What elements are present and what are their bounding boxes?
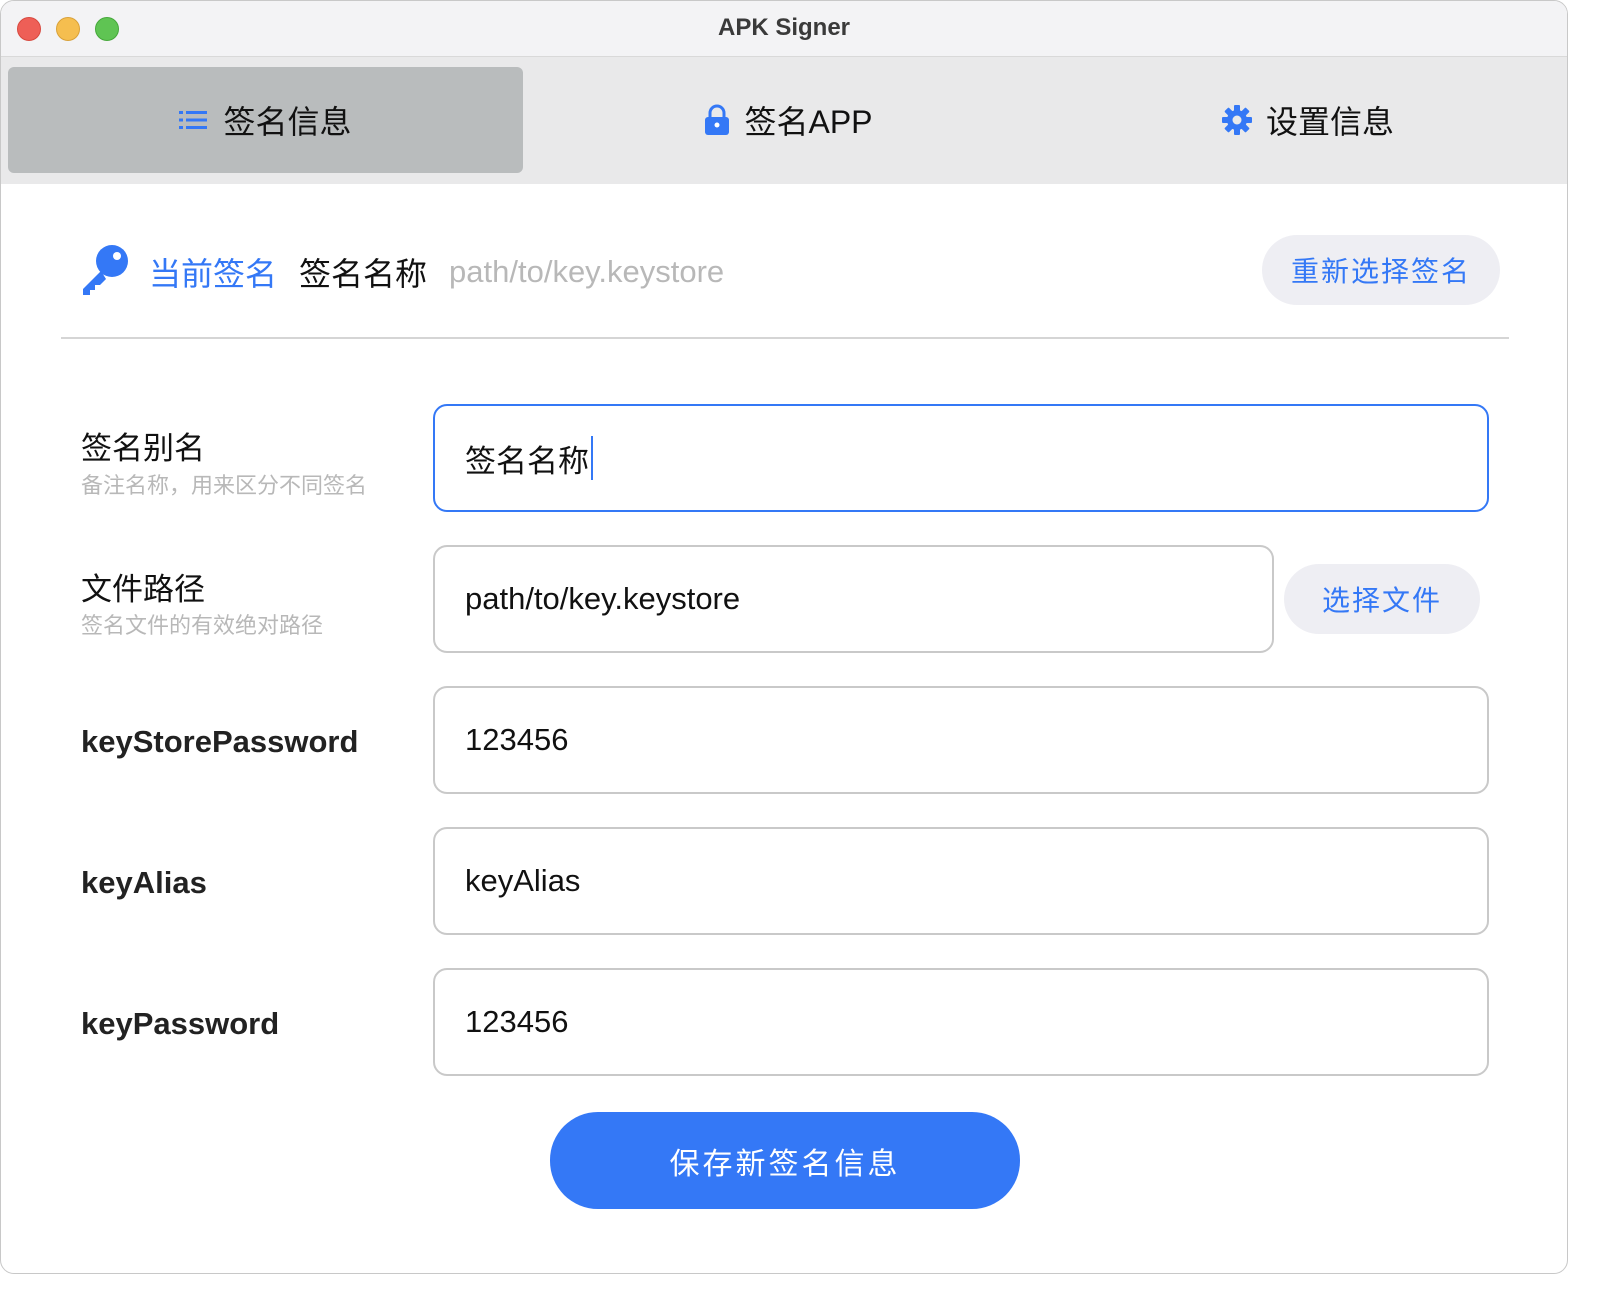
lock-icon: [704, 104, 730, 136]
key-alias-input[interactable]: keyAlias: [433, 827, 1489, 935]
tab-bar: 签名信息 签名APP 设置信息: [1, 57, 1567, 184]
keystore-password-input[interactable]: 123456: [433, 686, 1489, 794]
key-password-label: keyPassword: [81, 1006, 280, 1041]
tab-sign-app[interactable]: 签名APP: [531, 67, 1046, 173]
title-bar: APK Signer: [1, 1, 1567, 57]
alias-label: 签名别名: [81, 431, 205, 466]
tab-settings[interactable]: 设置信息: [1054, 67, 1562, 173]
current-signature: 当前签名 签名名称 path/to/key.keystore: [79, 244, 724, 300]
alias-input-value: 签名名称: [465, 443, 589, 479]
current-signature-path: path/to/key.keystore: [449, 254, 725, 289]
file-path-input[interactable]: path/to/key.keystore: [433, 545, 1274, 653]
save-signature-button[interactable]: 保存新签名信息: [550, 1112, 1020, 1209]
file-path-label: 文件路径: [81, 572, 205, 607]
keystore-password-value: 123456: [465, 722, 569, 757]
choose-file-button[interactable]: 选择文件: [1284, 564, 1480, 634]
tab-label: 设置信息: [1265, 104, 1394, 140]
app-window: APK Signer 签名信息 签名APP 设置信息 当前签名 签名名称 pat…: [0, 0, 1568, 1274]
gear-icon: [1221, 105, 1252, 135]
key-password-input[interactable]: 123456: [433, 968, 1489, 1076]
file-path-hint: 签名文件的有效绝对路径: [81, 613, 324, 638]
keystore-password-label: keyStorePassword: [81, 724, 359, 759]
list-icon: [179, 108, 209, 132]
reselect-signature-button[interactable]: 重新选择签名: [1262, 235, 1500, 305]
alias-input[interactable]: 签名名称: [433, 404, 1489, 512]
current-signature-name: 签名名称: [299, 256, 428, 292]
file-path-input-value: path/to/key.keystore: [465, 581, 741, 616]
window-title: APK Signer: [717, 14, 851, 41]
tab-signature-info[interactable]: 签名信息: [8, 67, 523, 173]
text-caret: [591, 436, 593, 480]
current-signature-label: 当前签名: [149, 256, 278, 292]
divider: [61, 337, 1509, 339]
alias-hint: 备注名称，用来区分不同签名: [81, 473, 368, 498]
key-password-value: 123456: [465, 1004, 569, 1039]
key-icon: [79, 244, 129, 301]
tab-label: 签名信息: [223, 104, 352, 140]
key-alias-value: keyAlias: [465, 863, 581, 898]
key-alias-label: keyAlias: [81, 865, 207, 900]
tab-label: 签名APP: [744, 104, 873, 140]
